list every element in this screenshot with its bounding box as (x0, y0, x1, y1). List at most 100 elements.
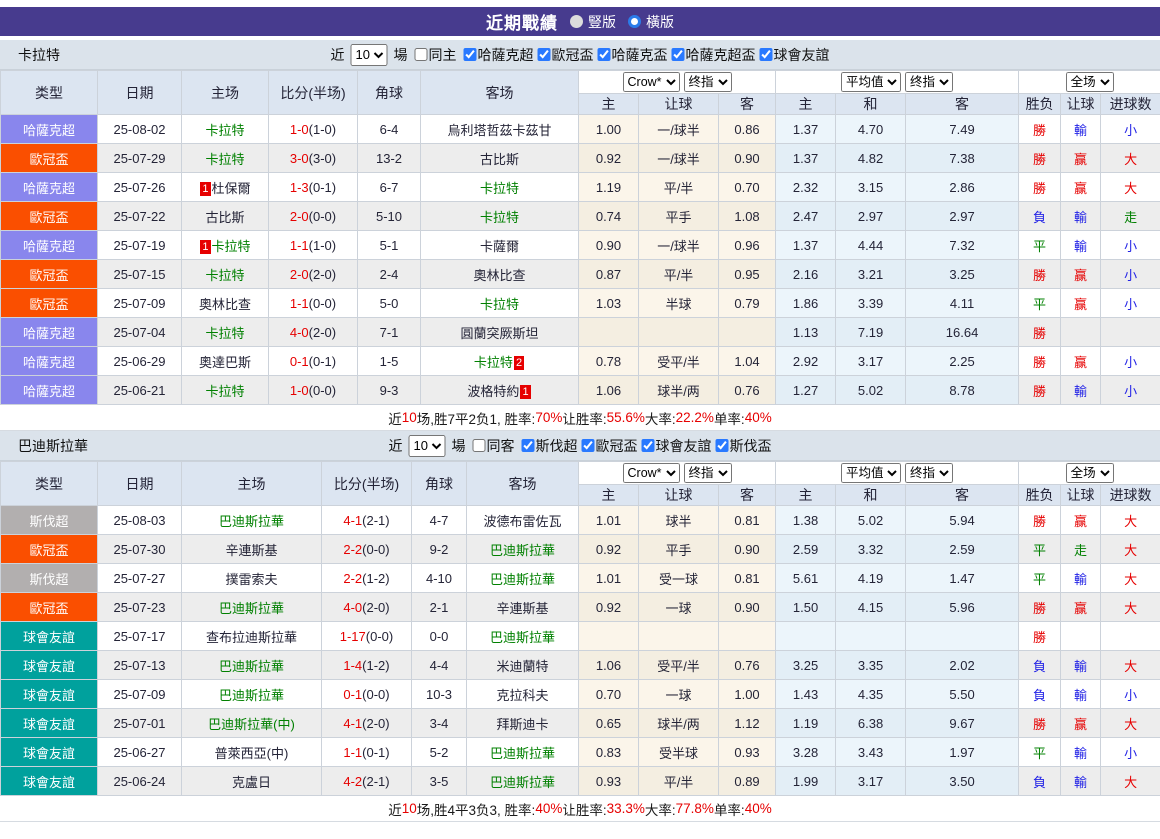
odds-source-select[interactable]: Crow* (623, 463, 680, 483)
league-checkbox[interactable] (582, 439, 595, 452)
horizontal-radio-icon[interactable] (628, 15, 641, 28)
result-win-draw-lose: 平 (1019, 738, 1061, 767)
games-label: 場 (452, 436, 466, 456)
league-label: 球會友誼 (774, 45, 830, 65)
team-name: 巴迪斯拉華 (18, 436, 88, 456)
home-team: 巴迪斯拉華 (182, 651, 322, 680)
league-checkbox[interactable] (598, 48, 611, 61)
team-label: 巴迪斯拉華 (490, 746, 555, 761)
home-team: 奧達巴斯 (182, 347, 269, 376)
league-checkbox[interactable] (522, 439, 535, 452)
league-checkbox[interactable] (760, 48, 773, 61)
handicap-home-odds: 0.74 (579, 202, 639, 231)
horizontal-layout-option[interactable]: 橫版 (628, 12, 674, 32)
vertical-layout-option[interactable]: 豎版 (570, 12, 616, 32)
home-team: 古比斯 (182, 202, 269, 231)
halftime-score: (0-1) (362, 745, 389, 760)
match-row: 哈薩克超25-07-04卡拉特4-0(2-0)7-1圓蘭突厥斯坦1.137.19… (1, 318, 1160, 347)
result-goals: 大 (1101, 651, 1160, 680)
match-score: 4-1(2-1) (322, 506, 412, 535)
home-team: 巴迪斯拉華 (182, 506, 322, 535)
column-header-date: 日期 (98, 462, 182, 506)
match-date: 25-07-22 (98, 202, 182, 231)
sub-column-header: 胜负 (1019, 94, 1061, 115)
summary-text: 55.6% (607, 410, 645, 425)
away-team: 卡拉特 (421, 289, 579, 318)
result-goals (1101, 318, 1160, 347)
league-filter[interactable]: 斯伐超 (522, 436, 578, 456)
halftime-score: (0-0) (366, 629, 393, 644)
column-header-type: 类型 (1, 462, 98, 506)
league-checkbox[interactable] (672, 48, 685, 61)
same-venue-checkbox[interactable] (473, 439, 486, 452)
avg-draw-odds: 7.19 (836, 318, 906, 347)
league-filter[interactable]: 歐冠盃 (538, 45, 594, 65)
odds-stage-select[interactable]: 终指 (684, 463, 732, 483)
match-row: 哈薩克超25-06-21卡拉特1-0(0-0)9-3波格特約11.06球半/两0… (1, 376, 1160, 405)
league-checkbox[interactable] (538, 48, 551, 61)
avg-draw-odds: 3.39 (836, 289, 906, 318)
handicap-line: 平/半 (639, 767, 719, 796)
league-filter[interactable]: 哈薩克超 (464, 45, 534, 65)
handicap-home-odds: 0.90 (579, 231, 639, 260)
avg-draw-odds: 4.15 (836, 593, 906, 622)
corner-count: 6-4 (358, 115, 421, 144)
sub-column-header: 进球数 (1101, 94, 1160, 115)
team-label: 烏利塔哲茲卡茲甘 (447, 123, 551, 138)
handicap-away-odds: 0.76 (719, 651, 776, 680)
match-count-select[interactable]: 10 (409, 435, 446, 457)
same-venue-checkbox[interactable] (415, 48, 428, 61)
league-checkbox[interactable] (464, 48, 477, 61)
near-label: 近 (331, 45, 345, 65)
avg-source-select[interactable]: 平均值 (841, 72, 901, 92)
avg-stage-select[interactable]: 终指 (905, 463, 953, 483)
match-competition: 球會友誼 (1, 651, 98, 680)
same-venue-filter[interactable]: 同主 (415, 45, 457, 65)
match-date: 25-07-23 (98, 593, 182, 622)
league-filter[interactable]: 球會友誼 (642, 436, 712, 456)
league-filter[interactable]: 歐冠盃 (582, 436, 638, 456)
match-count-select[interactable]: 10 (351, 44, 388, 66)
match-row: 球會友誼25-06-27普萊西亞(中)1-1(0-1)5-2巴迪斯拉華0.83受… (1, 738, 1160, 767)
summary-text: 70% (535, 410, 562, 425)
league-checkbox[interactable] (716, 439, 729, 452)
handicap-away-odds: 0.81 (719, 564, 776, 593)
summary-text: 近 (388, 408, 402, 428)
league-filter[interactable]: 球會友誼 (760, 45, 830, 65)
summary-text: 77.8% (676, 801, 714, 816)
scope-select[interactable]: 全场 (1066, 72, 1114, 92)
odds-source-select[interactable]: Crow* (623, 72, 680, 92)
league-label: 哈薩克盃 (612, 45, 668, 65)
league-checkbox[interactable] (642, 439, 655, 452)
league-filter[interactable]: 斯伐盃 (716, 436, 772, 456)
avg-home-odds: 1.38 (776, 506, 836, 535)
vertical-radio-icon[interactable] (570, 15, 583, 28)
avg-away-odds: 1.97 (906, 738, 1019, 767)
result-handicap: 輸 (1061, 767, 1101, 796)
corner-count: 4-4 (412, 651, 467, 680)
result-goals: 大 (1101, 535, 1160, 564)
match-competition: 球會友誼 (1, 709, 98, 738)
avg-stage-select[interactable]: 终指 (905, 72, 953, 92)
fulltime-score: 4-1 (343, 716, 362, 731)
away-team: 卡拉特2 (421, 347, 579, 376)
team-section-home: 卡拉特 近 10 場 同主 哈薩克超歐冠盃哈薩克盃哈薩克超盃球會友誼 类型日期主… (0, 40, 1160, 431)
league-filter[interactable]: 哈薩克盃 (598, 45, 668, 65)
avg-away-odds: 9.67 (906, 709, 1019, 738)
scope-select[interactable]: 全场 (1066, 463, 1114, 483)
match-competition: 斯伐超 (1, 506, 98, 535)
odds-stage-select[interactable]: 终指 (684, 72, 732, 92)
match-score: 4-2(2-1) (322, 767, 412, 796)
team-label: 巴迪斯拉華 (219, 688, 284, 703)
avg-source-select[interactable]: 平均值 (841, 463, 901, 483)
handicap-away-odds: 1.12 (719, 709, 776, 738)
match-date: 25-07-29 (98, 144, 182, 173)
halftime-score: (1-2) (362, 658, 389, 673)
league-filter[interactable]: 哈薩克超盃 (672, 45, 756, 65)
same-venue-filter[interactable]: 同客 (473, 436, 515, 456)
summary-text: 场,胜7平2负1, 胜率: (417, 408, 536, 428)
corner-count: 0-0 (412, 622, 467, 651)
fulltime-score: 4-0 (290, 325, 309, 340)
home-team: 1卡拉特 (182, 231, 269, 260)
fulltime-score: 4-2 (343, 774, 362, 789)
